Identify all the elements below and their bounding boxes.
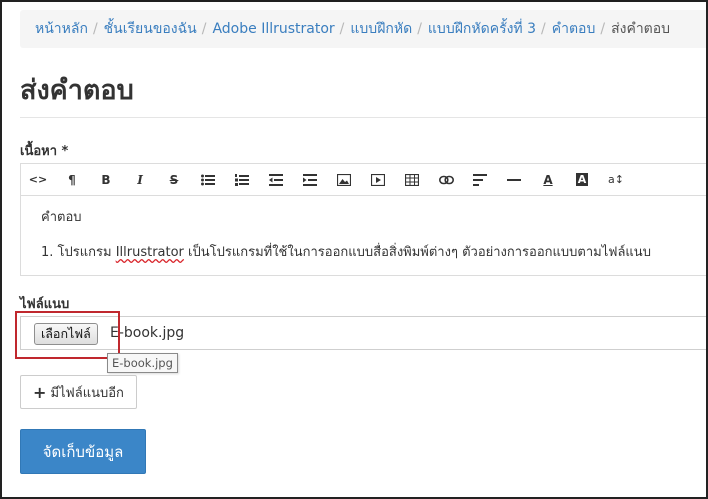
- strikethrough-icon[interactable]: S: [157, 165, 191, 195]
- breadcrumb-item-exercise-3[interactable]: แบบฝึกหัดครั้งที่ 3/: [428, 18, 552, 40]
- title-divider: [20, 117, 708, 118]
- editor-toolbar: <> ¶ B I S A A a↕: [21, 164, 708, 196]
- code-view-icon[interactable]: <>: [21, 165, 55, 195]
- video-icon[interactable]: [361, 165, 395, 195]
- bold-icon[interactable]: B: [89, 165, 123, 195]
- indent-icon[interactable]: [293, 165, 327, 195]
- horizontal-rule-icon[interactable]: [497, 165, 531, 195]
- breadcrumb-item-course[interactable]: Adobe Illrustrator /: [212, 21, 350, 37]
- misspelled-word: Illrustrator: [115, 245, 184, 260]
- breadcrumb-item-answers[interactable]: คำตอบ /: [552, 18, 611, 40]
- selected-file-name: E-book.jpg: [110, 325, 185, 341]
- font-color-icon[interactable]: A: [531, 165, 565, 195]
- table-icon[interactable]: [395, 165, 429, 195]
- outdent-icon[interactable]: [259, 165, 293, 195]
- align-icon[interactable]: [463, 165, 497, 195]
- page-title: ส่งคำตอบ: [20, 75, 134, 106]
- bulleted-list-icon[interactable]: [191, 165, 225, 195]
- content-label: เนื้อหา *: [20, 144, 69, 159]
- link-icon[interactable]: [429, 165, 463, 195]
- add-more-attachment-button[interactable]: + มีไฟล์แนบอีก: [20, 375, 137, 409]
- numbered-list-icon[interactable]: [225, 165, 259, 195]
- paragraph-icon[interactable]: ¶: [55, 165, 89, 195]
- background-color-icon[interactable]: A: [565, 165, 599, 195]
- rich-text-editor: <> ¶ B I S A A a↕ คำตอบ 1. โปรแกรม Illru…: [20, 163, 708, 276]
- editor-content[interactable]: คำตอบ 1. โปรแกรม Illrustrator เป็นโปรแกร…: [21, 196, 708, 262]
- breadcrumb-item-my-classes[interactable]: ชั้นเรียนของฉัน /: [104, 18, 213, 40]
- italic-icon[interactable]: I: [123, 165, 157, 195]
- add-more-label: มีไฟล์แนบอีก: [50, 385, 124, 401]
- breadcrumb-item-current: ส่งคำตอบ: [611, 21, 671, 37]
- font-size-icon[interactable]: a↕: [599, 165, 633, 195]
- breadcrumb-item-home[interactable]: หน้าหลัก /: [35, 18, 104, 40]
- breadcrumb: หน้าหลัก / ชั้นเรียนของฉัน / Adobe Illrust…: [20, 10, 708, 48]
- highlight-annotation: [15, 311, 120, 359]
- file-tooltip: E-book.jpg: [107, 353, 178, 373]
- save-button[interactable]: จัดเก็บข้อมูล: [20, 429, 146, 474]
- plus-icon: +: [33, 382, 47, 402]
- editor-line-2: 1. โปรแกรม Illrustrator เป็นโปรแกรมที่ใช…: [41, 245, 651, 260]
- image-icon[interactable]: [327, 165, 361, 195]
- file-input: เลือกไฟล์ E-book.jpg: [20, 316, 708, 350]
- editor-line-1: คำตอบ: [41, 210, 82, 225]
- breadcrumb-item-exercises[interactable]: แบบฝึกหัด /: [350, 18, 428, 40]
